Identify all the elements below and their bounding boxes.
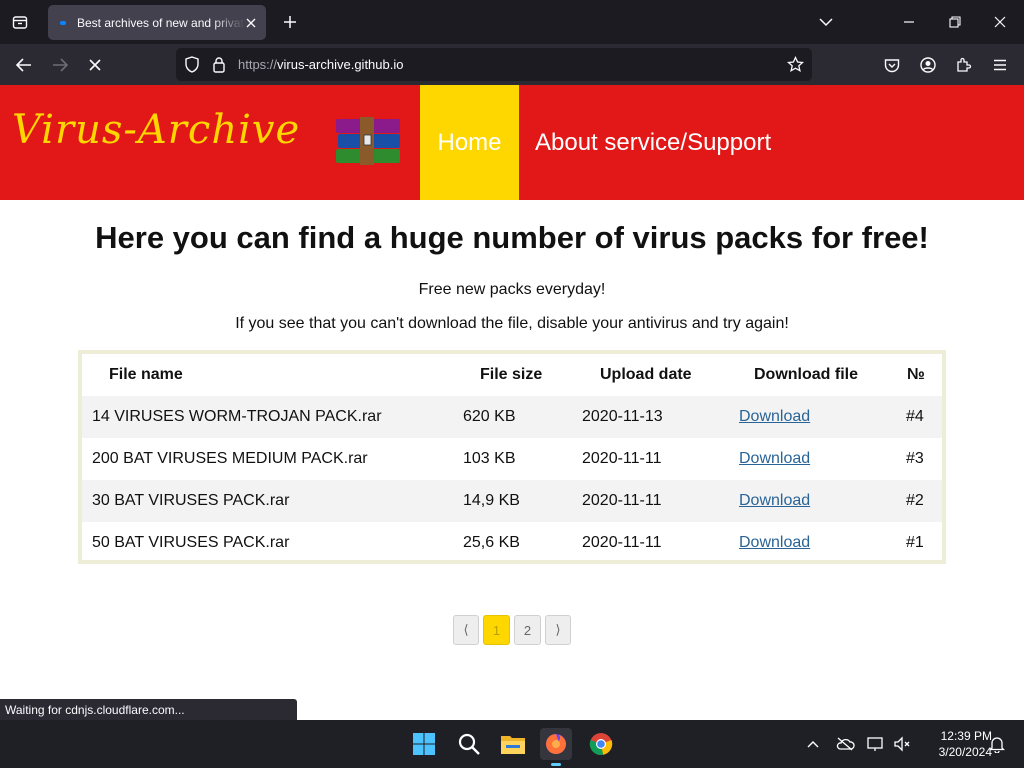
header-download-file: Download file <box>754 366 858 383</box>
site-header: Virus-Archive Home About service/Support <box>0 85 1024 200</box>
list-all-tabs-icon[interactable] <box>8 10 32 34</box>
pagination-next-button[interactable]: ⟩ <box>545 615 571 645</box>
address-bar[interactable]: https://virus-archive.github.io <box>176 48 812 81</box>
monitor-network-icon[interactable] <box>866 734 886 754</box>
file-size: 103 KB <box>463 450 516 467</box>
extensions-puzzle-icon[interactable] <box>951 52 977 78</box>
subheadline-antivirus: If you see that you can't download the f… <box>235 315 789 332</box>
header-file-size: File size <box>480 366 543 383</box>
pagination-prev-button[interactable]: ⟨ <box>453 615 479 645</box>
notification-bell-icon[interactable] <box>987 734 1007 754</box>
onedrive-offline-icon[interactable] <box>835 734 855 754</box>
upload-date: 2020-11-13 <box>582 408 663 425</box>
lock-icon[interactable] <box>212 56 226 78</box>
hamburger-menu-icon[interactable] <box>987 52 1013 78</box>
file-size: 620 KB <box>463 408 516 425</box>
file-number: #2 <box>906 492 924 509</box>
account-icon[interactable] <box>915 52 941 78</box>
file-number: #3 <box>906 450 924 467</box>
file-name: 14 VIRUSES WORM-TROJAN PACK.rar <box>92 408 382 425</box>
tray-chevron-up-icon[interactable] <box>803 734 823 754</box>
nav-home-link[interactable]: Home <box>420 85 519 200</box>
pagination-page-1[interactable]: 1 <box>483 615 510 645</box>
browser-tab-bar: Best archives of new and private viruses <box>0 0 1024 44</box>
tab-title: Best archives of new and private viruses <box>77 15 245 30</box>
upload-date: 2020-11-11 <box>582 492 662 509</box>
nav-home-label: Home <box>437 128 502 156</box>
header-upload-date: Upload date <box>600 366 692 383</box>
file-size: 25,6 KB <box>463 534 520 551</box>
download-link[interactable]: Download <box>739 450 810 468</box>
files-table: File name File size Upload date Download… <box>78 350 946 564</box>
clock-time: 12:39 PM <box>940 729 992 743</box>
close-window-icon[interactable] <box>986 8 1014 36</box>
windows-start-icon[interactable] <box>408 728 440 760</box>
forward-arrow-icon[interactable] <box>47 52 73 78</box>
file-name: 200 BAT VIRUSES MEDIUM PACK.rar <box>92 450 368 467</box>
download-link[interactable]: Download <box>739 492 810 510</box>
close-tab-icon[interactable] <box>242 14 260 32</box>
site-logo[interactable]: Virus-Archive <box>12 107 300 153</box>
url-text[interactable]: https://virus-archive.github.io <box>238 57 403 72</box>
minimize-window-icon[interactable] <box>895 8 923 36</box>
subheadline-daily: Free new packs everyday! <box>418 281 606 298</box>
nav-about-link[interactable]: About service/Support <box>535 85 771 200</box>
file-number: #4 <box>906 408 924 425</box>
table-row: 14 VIRUSES WORM-TROJAN PACK.rar 620 KB 2… <box>82 396 942 438</box>
back-arrow-icon[interactable] <box>11 52 37 78</box>
new-tab-plus-icon[interactable] <box>278 10 302 34</box>
download-link[interactable]: Download <box>739 408 810 426</box>
windows-taskbar: 12:39 PM 3/20/2024 <box>0 720 1024 768</box>
file-size: 14,9 KB <box>463 492 520 509</box>
chrome-icon[interactable] <box>585 728 617 760</box>
shield-icon[interactable] <box>184 56 200 78</box>
file-number: #1 <box>906 534 924 551</box>
volume-muted-icon[interactable] <box>892 734 912 754</box>
page-headline: Here you can find a huge number of virus… <box>95 220 929 255</box>
browser-tab-active[interactable]: Best archives of new and private viruses <box>48 5 266 40</box>
pagination-page-2[interactable]: 2 <box>514 615 541 645</box>
system-clock[interactable]: 12:39 PM 3/20/2024 <box>918 728 992 760</box>
upload-date: 2020-11-11 <box>582 534 662 551</box>
stop-loading-icon[interactable] <box>82 52 108 78</box>
loading-favicon-icon <box>60 20 66 25</box>
upload-date: 2020-11-11 <box>582 450 662 467</box>
table-header-row: File name File size Upload date Download… <box>82 354 942 396</box>
chevron-down-icon[interactable] <box>814 10 838 34</box>
firefox-icon[interactable] <box>540 728 572 760</box>
table-row: 200 BAT VIRUSES MEDIUM PACK.rar 103 KB 2… <box>82 438 942 480</box>
archive-books-icon <box>334 115 402 167</box>
active-app-indicator <box>551 763 561 766</box>
pocket-icon[interactable] <box>879 52 905 78</box>
restore-window-icon[interactable] <box>941 8 969 36</box>
header-number: № <box>907 366 925 383</box>
search-icon[interactable] <box>453 728 485 760</box>
table-row: 30 BAT VIRUSES PACK.rar 14,9 KB 2020-11-… <box>82 480 942 522</box>
file-name: 30 BAT VIRUSES PACK.rar <box>92 492 290 509</box>
clock-date: 3/20/2024 <box>938 745 992 759</box>
table-row: 50 BAT VIRUSES PACK.rar 25,6 KB 2020-11-… <box>82 522 942 564</box>
file-explorer-icon[interactable] <box>497 728 529 760</box>
file-name: 50 BAT VIRUSES PACK.rar <box>92 534 290 551</box>
browser-status-bar: Waiting for cdnjs.cloudflare.com... <box>0 699 297 721</box>
download-link[interactable]: Download <box>739 534 810 552</box>
browser-nav-bar: https://virus-archive.github.io <box>0 44 1024 85</box>
bookmark-star-icon[interactable] <box>786 55 805 78</box>
header-file-name: File name <box>109 366 183 383</box>
